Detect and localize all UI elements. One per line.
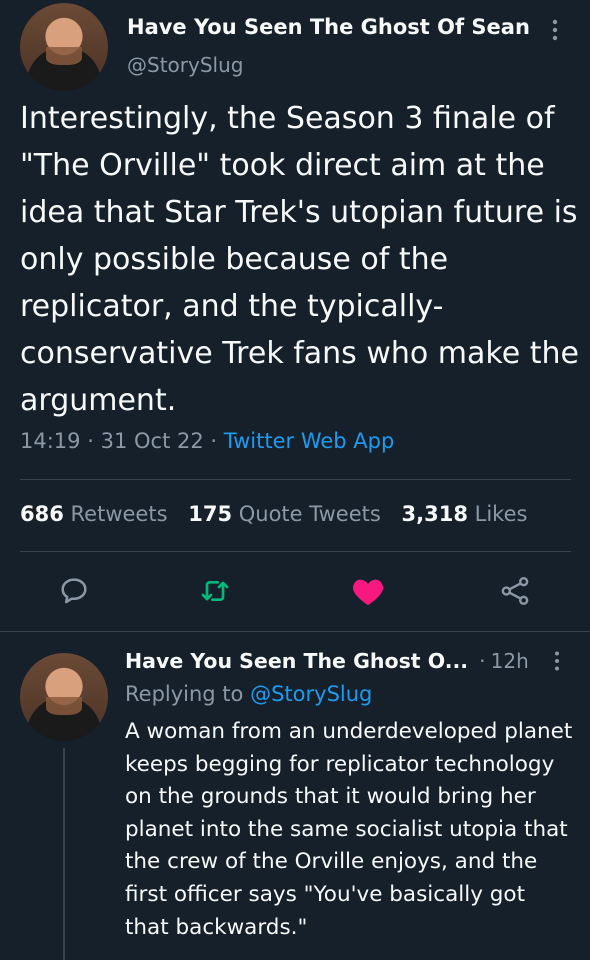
like-button[interactable] — [351, 575, 385, 607]
reply-button[interactable] — [58, 575, 90, 607]
reply-icon — [61, 578, 87, 604]
more-options-icon[interactable] — [551, 18, 559, 47]
divider — [0, 631, 590, 632]
source-app-link[interactable]: Twitter Web App — [224, 429, 395, 453]
retweet-icon — [201, 581, 229, 601]
replying-to: Replying to @StorySlug — [125, 682, 372, 706]
quotes-count: 175 — [188, 502, 233, 526]
reply-more-options-icon[interactable] — [553, 650, 561, 677]
divider — [20, 479, 571, 480]
divider — [20, 551, 571, 552]
reply-author-avatar[interactable] — [20, 653, 108, 741]
replying-to-handle[interactable]: @StorySlug — [250, 682, 372, 706]
retweets-label: Retweets — [70, 502, 168, 526]
quote-tweets-stat[interactable]: 175 Quote Tweets — [188, 502, 381, 526]
likes-label: Likes — [474, 502, 528, 526]
replying-prefix: Replying to — [125, 682, 244, 706]
author-handle[interactable]: @StorySlug — [127, 53, 243, 77]
tweet-text: Interestingly, the Season 3 finale of "T… — [20, 101, 579, 418]
tweet-time[interactable]: 14:19 — [20, 429, 81, 453]
retweet-button[interactable] — [199, 575, 231, 607]
retweets-stat[interactable]: 686 Retweets — [20, 502, 168, 526]
reply-author-name[interactable]: Have You Seen The Ghost O... — [125, 649, 468, 673]
meta-separator: · — [210, 429, 218, 453]
retweets-count: 686 — [20, 502, 64, 526]
reply-separator: · — [479, 649, 486, 673]
share-button[interactable] — [499, 575, 531, 607]
author-avatar[interactable] — [20, 3, 108, 91]
heart-filled-icon — [353, 579, 383, 606]
thread-line — [63, 748, 65, 960]
meta-separator: · — [87, 429, 94, 453]
reply-age[interactable]: 12h — [491, 649, 529, 673]
author-name[interactable]: Have You Seen The Ghost Of Sean — [127, 15, 530, 39]
tweet-meta: 14:19 · 31 Oct 22 · Twitter Web App — [20, 429, 394, 453]
tweet-date[interactable]: 31 Oct 22 — [101, 429, 204, 453]
reply-text: A woman from an underdeveloped planet ke… — [125, 719, 573, 940]
likes-count: 3,318 — [401, 502, 468, 526]
share-icon — [501, 577, 529, 605]
likes-stat[interactable]: 3,318 Likes — [402, 502, 528, 526]
reply-header: Have You Seen The Ghost O... · 12h — [125, 649, 529, 673]
tweet-stats: 686 Retweets 175 Quote Tweets 3,318 Like… — [20, 502, 541, 526]
quotes-label: Quote Tweets — [238, 502, 381, 526]
